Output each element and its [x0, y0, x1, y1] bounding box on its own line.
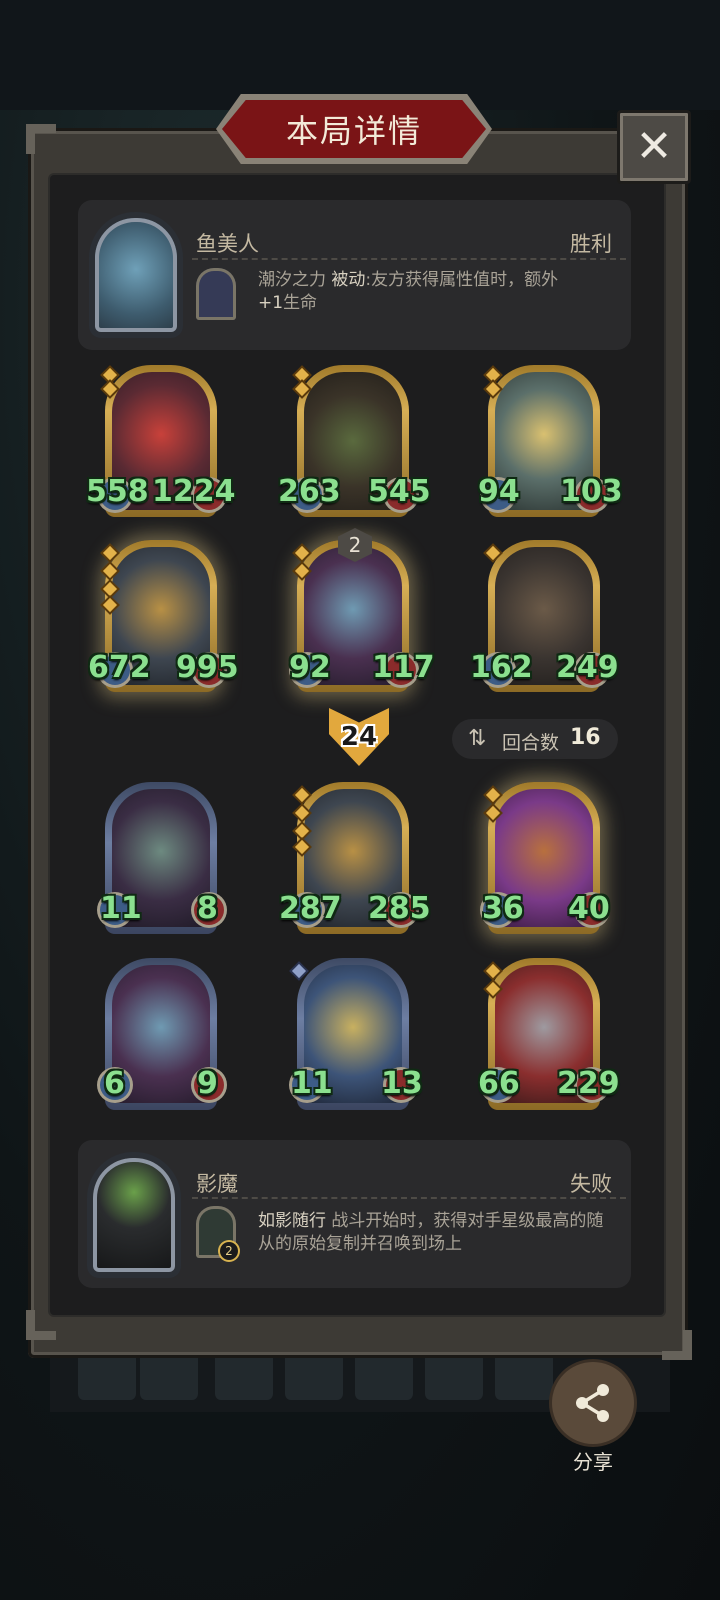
- divider: [192, 1197, 626, 1199]
- minion-attack: 36: [482, 891, 524, 926]
- share-icon: [576, 1384, 609, 1422]
- player-skill-type: 被动: [331, 270, 366, 290]
- damage-value: 24: [340, 722, 378, 752]
- minion-health: 285: [368, 891, 431, 926]
- minion-attack: 66: [478, 1066, 520, 1101]
- share-label: 分享: [573, 1450, 613, 1474]
- player-skill-desc: :友方获得属性值时，额外: [365, 270, 559, 290]
- opponent-skill-text: 如影随行 战斗开始时，获得对手星级最高的随从的原始复制并召唤到场上: [258, 1210, 620, 1256]
- opponent-skill-name: 如影随行: [258, 1211, 326, 1231]
- player-skill-name: 潮汐之力: [258, 270, 326, 290]
- minion-attack: 558: [86, 474, 149, 509]
- player-skill-keyword: +1: [258, 293, 284, 313]
- minion-health: 1224: [152, 474, 236, 509]
- player-result: 胜利: [570, 232, 612, 256]
- title-banner: 本局详情: [222, 100, 486, 158]
- minion-health: 249: [556, 650, 619, 685]
- player-hero-portrait[interactable]: [95, 218, 177, 332]
- minion-attack: 11: [291, 1066, 333, 1101]
- close-button[interactable]: ✕: [617, 110, 691, 184]
- round-counter: ⇅ 回合数 16: [452, 719, 618, 759]
- minion-attack: 287: [279, 891, 342, 926]
- minion-attack: 162: [470, 650, 533, 685]
- page-title: 本局详情: [285, 112, 422, 150]
- minion-attack: 92: [289, 650, 331, 685]
- minion-health: 9: [197, 1066, 218, 1101]
- minion-attack: 263: [278, 474, 341, 509]
- round-value: 16: [570, 725, 601, 750]
- minion-health: 995: [176, 650, 239, 685]
- divider: [192, 258, 626, 260]
- opponent-result: 失败: [570, 1172, 612, 1196]
- close-icon: ✕: [635, 121, 673, 172]
- round-label: 回合数: [502, 732, 560, 754]
- minion-health: 40: [568, 891, 610, 926]
- opponent-hero-name: 影魔: [196, 1172, 238, 1196]
- minion-attack: 672: [88, 650, 151, 685]
- minion-attack: 94: [478, 474, 520, 509]
- skill-level-badge: 2: [220, 1242, 238, 1260]
- minion-attack: 11: [100, 891, 142, 926]
- share-button[interactable]: [552, 1362, 634, 1444]
- player-skill-desc-tail: 生命: [283, 293, 318, 313]
- minion-health: 103: [560, 474, 623, 509]
- player-skill-text: 潮汐之力 被动:友方获得属性值时，额外 +1生命: [258, 269, 618, 315]
- minion-health: 545: [368, 474, 431, 509]
- player-hero-name: 鱼美人: [196, 232, 259, 256]
- player-skill-icon[interactable]: [196, 268, 236, 320]
- minion-health: 229: [557, 1066, 620, 1101]
- background-topbar: [0, 0, 720, 110]
- minion-health: 117: [372, 650, 435, 685]
- minion-attack: 6: [104, 1066, 125, 1101]
- refresh-icon: ⇅: [468, 726, 487, 751]
- minion-health: 8: [197, 891, 218, 926]
- minion-health: 13: [381, 1066, 423, 1101]
- opponent-hero-portrait[interactable]: [93, 1158, 175, 1272]
